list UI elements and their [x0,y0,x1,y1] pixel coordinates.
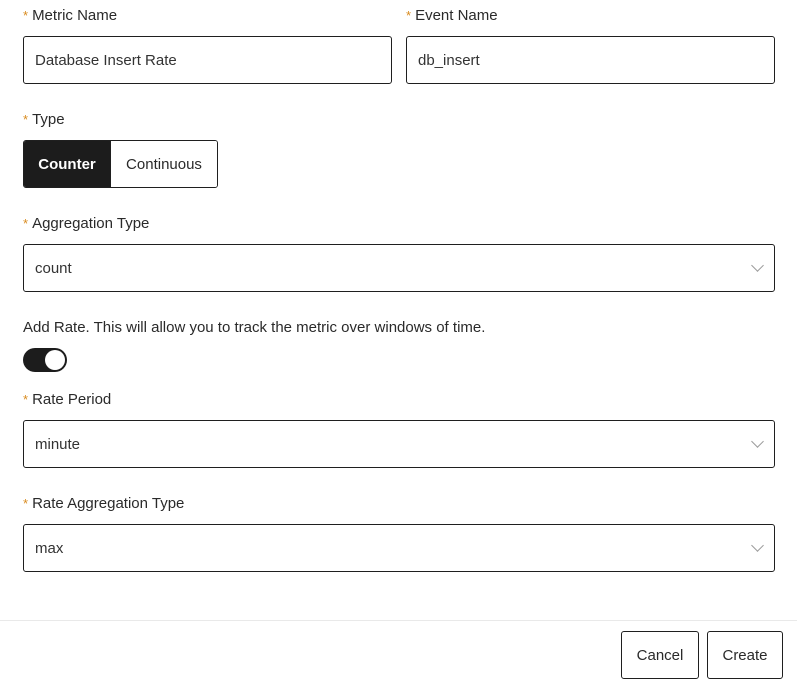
event-name-value: db_insert [418,51,480,69]
chevron-down-icon [751,259,764,272]
required-marker: * [23,496,29,511]
cancel-button[interactable]: Cancel [621,631,699,679]
required-marker: * [23,112,29,127]
required-marker: * [23,8,29,23]
type-label: * Type [23,111,65,128]
event-name-label: * Event Name [406,7,498,24]
aggregation-type-label: * Aggregation Type [23,215,150,232]
rate-period-value: minute [35,435,81,453]
rate-aggregation-type-label: * Rate Aggregation Type [23,495,185,512]
aggregation-type-value: count [35,259,72,277]
metric-name-label: * Metric Name [23,7,118,24]
type-segmented-control: Counter Continuous [23,140,218,188]
required-marker: * [23,392,29,407]
toggle-knob [45,350,65,370]
metric-name-value: Database Insert Rate [35,51,177,69]
chevron-down-icon [751,539,764,552]
create-metric-form: * Metric Name Database Insert Rate * Event… [0,0,797,687]
create-button[interactable]: Create [707,631,783,679]
required-marker: * [406,8,412,23]
chevron-down-icon [751,435,764,448]
rate-aggregation-type-select[interactable]: max [23,524,775,572]
add-rate-toggle[interactable] [23,348,67,372]
required-marker: * [23,216,29,231]
rate-period-select[interactable]: minute [23,420,775,468]
type-option-continuous[interactable]: Continuous [110,141,217,187]
footer-divider [0,620,797,621]
metric-name-input[interactable]: Database Insert Rate [23,36,392,84]
event-name-input[interactable]: db_insert [406,36,775,84]
type-option-counter[interactable]: Counter [24,141,110,187]
rate-period-label: * Rate Period [23,391,112,408]
rate-aggregation-type-value: max [35,539,64,557]
add-rate-label: Add Rate. This will allow you to track t… [23,319,486,336]
aggregation-type-select[interactable]: count [23,244,775,292]
